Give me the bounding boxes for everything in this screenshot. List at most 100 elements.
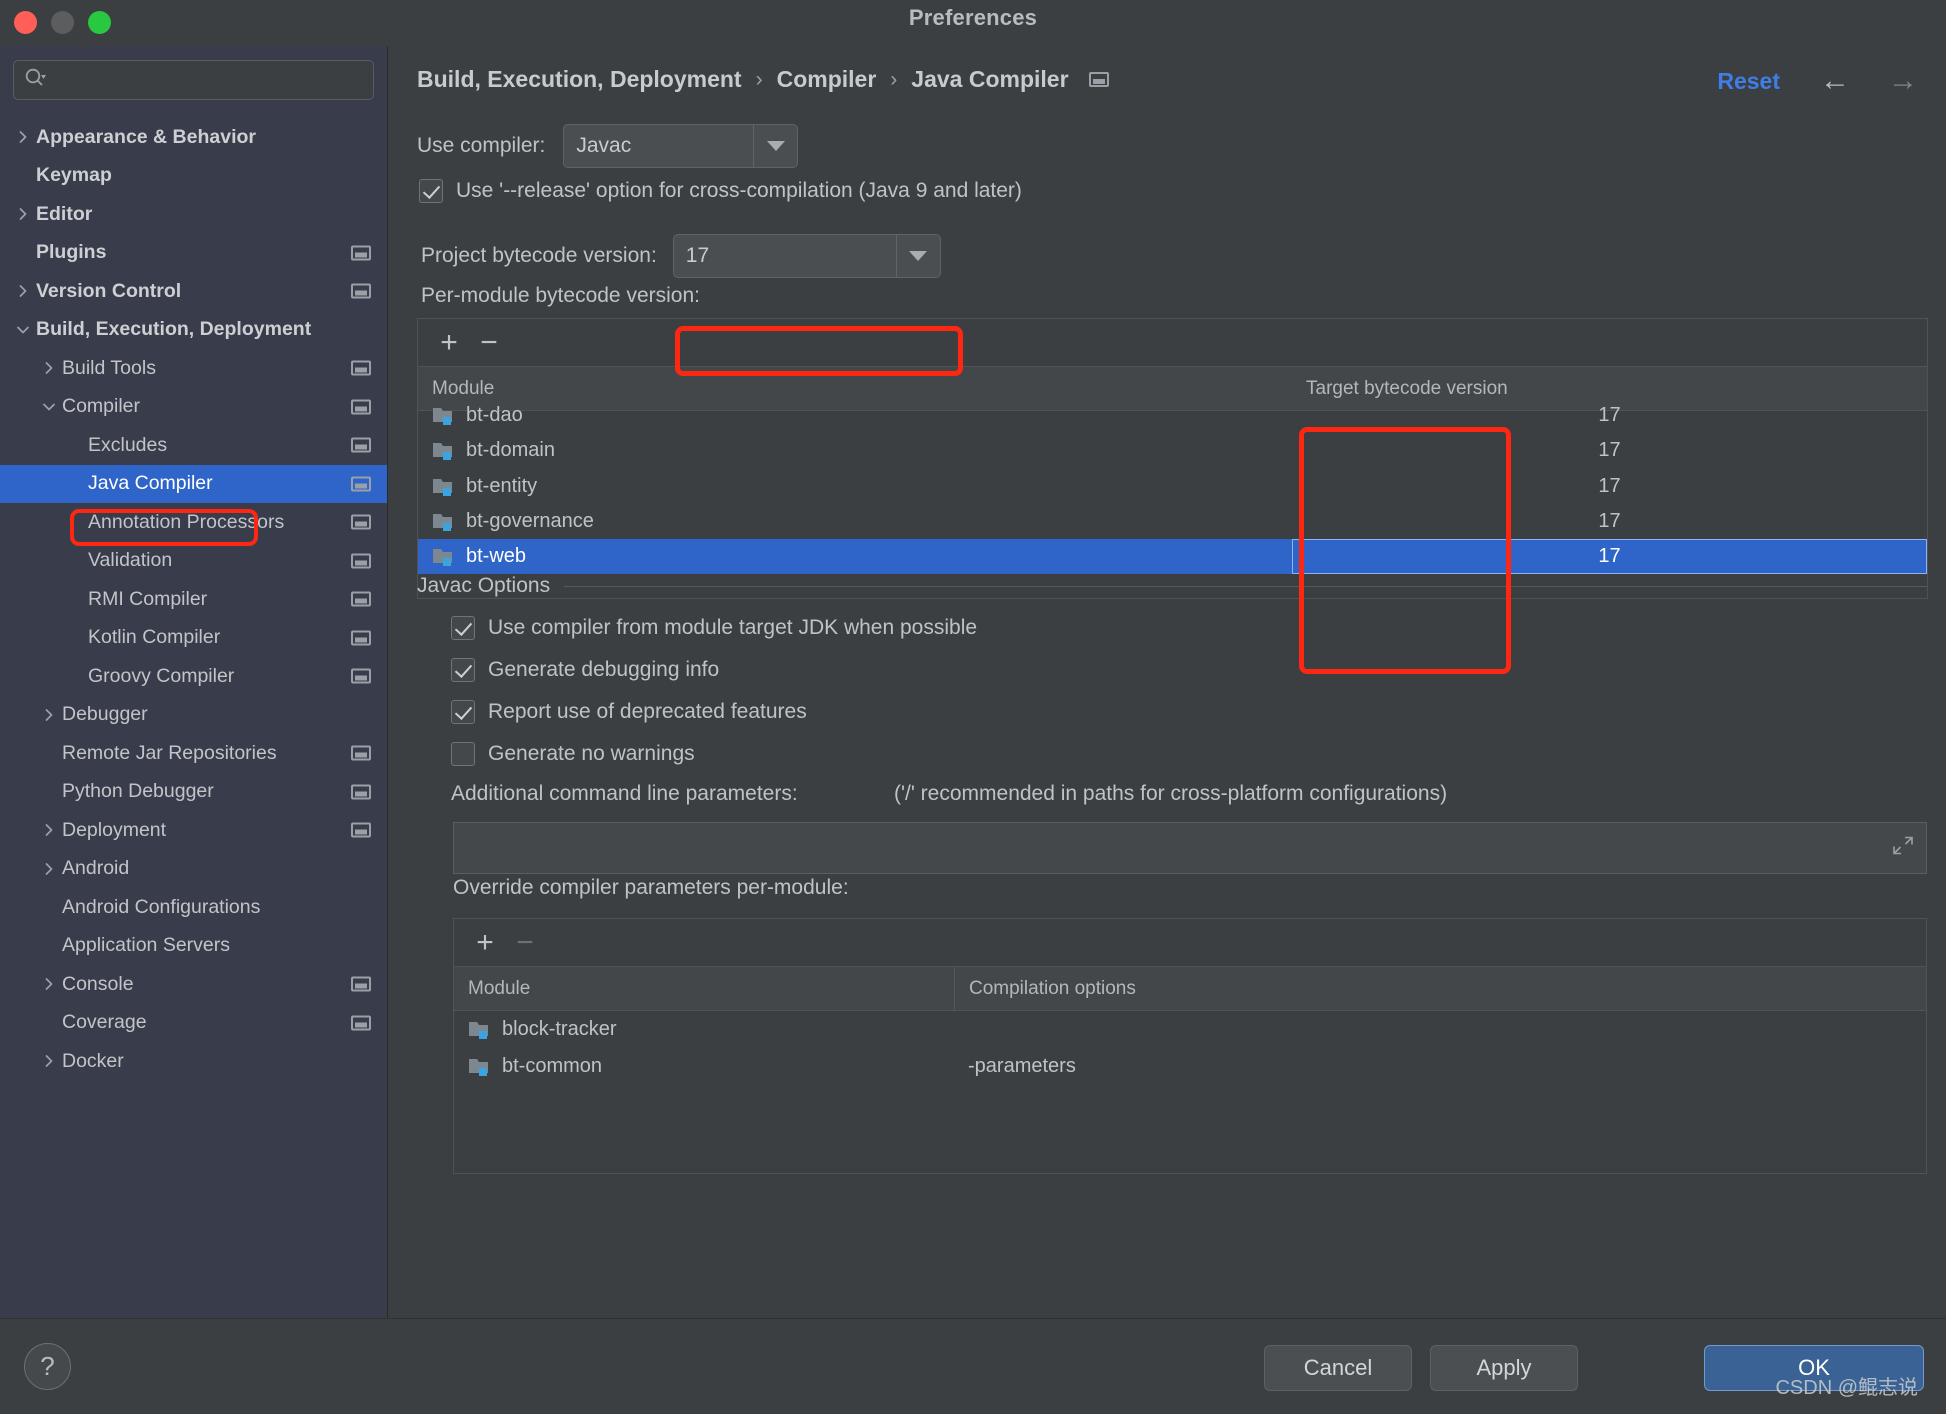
javac-option-label: Report use of deprecated features [488,700,807,723]
project-bytecode-select[interactable]: 17 [672,234,941,278]
sidebar-item-excludes[interactable]: Excludes [0,426,387,465]
sidebar-item-android-configurations[interactable]: Android Configurations [0,888,387,927]
chevron-right-icon[interactable] [10,129,36,145]
project-bytecode-row: Project bytecode version: 17 [421,234,941,278]
breadcrumb-item-0[interactable]: Build, Execution, Deployment [417,66,742,93]
sidebar-item-coverage[interactable]: Coverage [0,1004,387,1043]
back-arrow-icon[interactable]: ← [1820,66,1850,96]
additional-params-hint-row: ('/' recommended in paths for cross-plat… [894,782,1447,806]
cancel-button[interactable]: Cancel [1264,1345,1412,1391]
sidebar-item-label: Excludes [88,433,168,456]
chevron-right-icon[interactable] [36,861,62,877]
remove-module-button[interactable]: − [474,327,504,358]
expand-icon[interactable] [1892,835,1914,862]
table-row[interactable]: bt-dao 17 [418,398,1927,433]
chevron-right-icon[interactable] [36,1053,62,1069]
javac-option-checkbox[interactable] [451,742,475,766]
sidebar-item-application-servers[interactable]: Application Servers [0,927,387,966]
sidebar-item-validation[interactable]: Validation [0,542,387,581]
cell-target-bytecode-version[interactable]: 17 [1292,504,1927,539]
sidebar-item-label: Debugger [62,703,148,726]
javac-option-checkbox[interactable] [451,700,475,724]
chevron-right-icon[interactable] [36,360,62,376]
chevron-down-icon[interactable] [895,235,940,277]
chevron-right-icon[interactable] [10,283,36,299]
sidebar-item-java-compiler[interactable]: Java Compiler [0,464,387,503]
cell-target-bytecode-version[interactable]: 17 [1292,469,1927,504]
remove-override-button[interactable]: − [510,927,540,958]
cell-target-bytecode-version[interactable]: 17 [1292,398,1927,433]
javac-option-row[interactable]: Generate debugging info [451,658,719,682]
table-row[interactable]: block-tracker [454,1011,1926,1048]
breadcrumb-item-2[interactable]: Java Compiler [911,66,1068,93]
module-folder-icon [432,546,456,567]
chevron-down-icon[interactable] [36,399,62,415]
cell-target-bytecode-version[interactable]: 17 [1292,539,1927,575]
add-module-button[interactable]: + [434,327,464,358]
sidebar-item-android[interactable]: Android [0,850,387,889]
sidebar-item-console[interactable]: Console [0,965,387,1004]
project-scope-icon [351,784,371,800]
javac-option-row[interactable]: Report use of deprecated features [451,700,807,724]
column-header-override-module[interactable]: Module [454,967,954,1010]
chevron-right-icon[interactable] [36,707,62,723]
chevron-down-icon[interactable] [10,322,36,338]
search-box[interactable] [13,60,374,100]
javac-option-checkbox[interactable] [451,616,475,640]
javac-option-row[interactable]: Generate no warnings [451,742,695,766]
use-compiler-select[interactable]: Javac [563,124,799,168]
cell-compilation-options[interactable]: -parameters [954,1048,1926,1085]
table-row[interactable]: bt-governance 17 [418,504,1927,539]
module-folder-icon [432,511,456,532]
table-row[interactable]: bt-common -parameters [454,1048,1926,1085]
table-row[interactable]: bt-domain 17 [418,433,1927,468]
add-override-button[interactable]: + [470,927,500,958]
sidebar-item-build-tools[interactable]: Build Tools [0,349,387,388]
search-input[interactable] [52,70,363,90]
forward-arrow-icon[interactable]: → [1888,66,1918,96]
javac-option-row[interactable]: Use compiler from module target JDK when… [451,616,977,640]
sidebar-item-compiler[interactable]: Compiler [0,388,387,427]
override-table-body: block-tracker bt-common -parameters [454,1011,1926,1085]
sidebar-item-docker[interactable]: Docker [0,1042,387,1081]
sidebar-item-build-execution-deployment[interactable]: Build, Execution, Deployment [0,311,387,350]
module-folder-icon [468,1056,492,1077]
chevron-right-icon[interactable] [36,976,62,992]
javac-option-label: Generate no warnings [488,742,695,765]
reset-button[interactable]: Reset [1717,68,1780,95]
column-header-compilation-options[interactable]: Compilation options [954,967,1926,1010]
table-row[interactable]: bt-entity 17 [418,469,1927,504]
sidebar-item-debugger[interactable]: Debugger [0,696,387,735]
sidebar-item-version-control[interactable]: Version Control [0,272,387,311]
sidebar-item-remote-jar-repositories[interactable]: Remote Jar Repositories [0,734,387,773]
additional-params-input[interactable] [453,822,1927,874]
sidebar-item-plugins[interactable]: Plugins [0,234,387,273]
cell-module: bt-governance [418,504,1292,539]
sidebar-item-label: Appearance & Behavior [36,125,256,148]
breadcrumb-item-1[interactable]: Compiler [777,66,877,93]
sidebar-item-editor[interactable]: Editor [0,195,387,234]
chevron-down-icon[interactable] [753,125,797,167]
sidebar-item-deployment[interactable]: Deployment [0,811,387,850]
javac-option-checkbox[interactable] [451,658,475,682]
chevron-right-icon[interactable] [10,206,36,222]
sidebar-item-annotation-processors[interactable]: Annotation Processors [0,503,387,542]
project-bytecode-label: Project bytecode version: [421,244,657,267]
breadcrumb: Build, Execution, Deployment › Compiler … [417,66,1109,93]
use-release-option-row[interactable]: Use '--release' option for cross-compila… [419,179,1022,203]
use-release-checkbox[interactable] [419,179,443,203]
apply-button[interactable]: Apply [1430,1345,1578,1391]
sidebar-item-kotlin-compiler[interactable]: Kotlin Compiler [0,619,387,658]
sidebar-item-label: Editor [36,202,93,225]
sidebar-item-rmi-compiler[interactable]: RMI Compiler [0,580,387,619]
chevron-right-icon[interactable] [36,822,62,838]
title-bar: Preferences [0,0,1946,46]
table-row[interactable]: bt-web 17 [418,539,1927,575]
sidebar-item-groovy-compiler[interactable]: Groovy Compiler [0,657,387,696]
sidebar-item-keymap[interactable]: Keymap [0,157,387,196]
cell-compilation-options[interactable] [954,1011,1926,1048]
help-button[interactable]: ? [24,1343,71,1390]
sidebar-item-appearance-behavior[interactable]: Appearance & Behavior [0,118,387,157]
cell-target-bytecode-version[interactable]: 17 [1292,433,1927,468]
sidebar-item-python-debugger[interactable]: Python Debugger [0,773,387,812]
